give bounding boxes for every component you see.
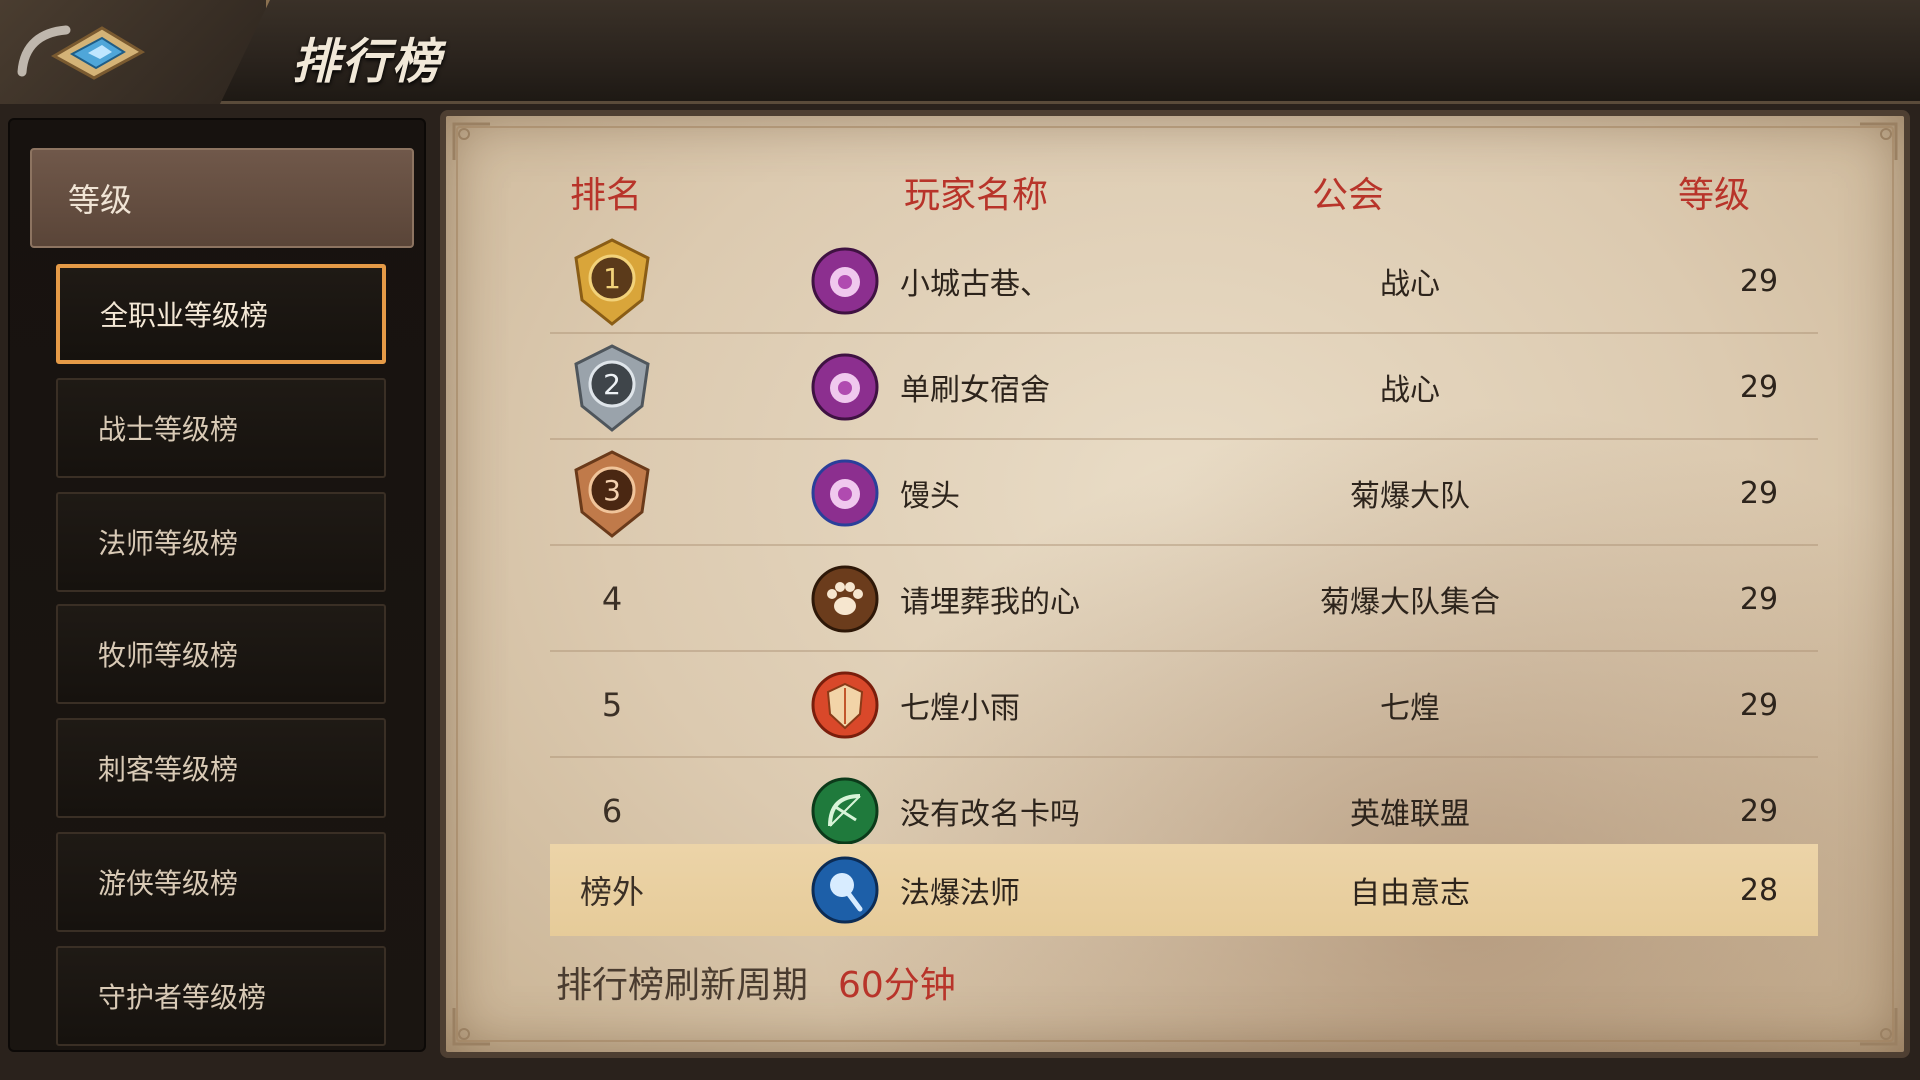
sidebar-item-priest[interactable]: 牧师等级榜	[56, 604, 386, 704]
player-level: 29	[1739, 475, 1779, 511]
sidebar-item-ranger[interactable]: 游侠等级榜	[56, 832, 386, 932]
silver-rank-badge-icon: 2	[574, 344, 650, 432]
svg-text:3: 3	[603, 474, 621, 507]
guild-name: 七煌	[1380, 691, 1440, 726]
table-row[interactable]: 5 七煌小雨 七煌 29	[550, 652, 1818, 758]
mage-rose-icon	[811, 247, 879, 315]
player-name: 单刷女宿舍	[900, 373, 1050, 408]
rank-status: 榜外	[579, 873, 644, 911]
refresh-cycle-value: 60分钟	[838, 965, 956, 1006]
rank-number: 5	[601, 686, 623, 724]
player-name: 馒头	[900, 479, 960, 514]
top-bar: 排行榜	[0, 0, 1920, 104]
guild-name: 战心	[1380, 267, 1440, 302]
corner-ornament-icon	[1860, 1008, 1898, 1046]
table-row[interactable]: 3 馒头 菊爆大队 29	[550, 440, 1818, 546]
sidebar-item-guardian[interactable]: 守护者等级榜	[56, 946, 386, 1046]
player-level: 29	[1739, 581, 1779, 617]
rank-number: 4	[601, 580, 623, 618]
sidebar-item-warrior[interactable]: 战士等级榜	[56, 378, 386, 478]
player-level: 29	[1739, 687, 1779, 723]
mage-rose-icon	[811, 459, 879, 527]
ranking-panel: 排名 玩家名称 公会 等级 1 小城古巷、 战心 29 2 单刷女宿舍 战心 2…	[440, 110, 1910, 1058]
corner-ornament-icon	[452, 1008, 490, 1046]
guild-name: 自由意志	[1350, 876, 1470, 911]
shield-icon	[811, 671, 879, 739]
self-rank-row[interactable]: 榜外 法爆法师 自由意志 28	[550, 844, 1818, 936]
player-level: 28	[1739, 872, 1779, 908]
paw-icon	[811, 565, 879, 633]
guild-name: 战心	[1380, 373, 1440, 408]
category-level-header[interactable]: 等级	[30, 148, 414, 248]
staff-orb-icon	[811, 856, 879, 924]
page-title: 排行榜	[292, 34, 443, 90]
table-row[interactable]: 1 小城古巷、 战心 29	[550, 228, 1818, 334]
player-name: 法爆法师	[900, 876, 1020, 911]
back-button[interactable]	[0, 0, 270, 104]
sidebar-item-all-classes[interactable]: 全职业等级榜	[56, 264, 386, 364]
guild-name: 菊爆大队	[1350, 479, 1470, 514]
corner-ornament-icon	[1860, 122, 1898, 160]
bow-icon	[811, 777, 879, 845]
refresh-cycle-label: 排行榜刷新周期	[556, 965, 809, 1006]
back-arrow-icon	[17, 25, 146, 80]
player-name: 七煌小雨	[900, 691, 1020, 726]
column-header-rank: 排名	[570, 175, 643, 216]
column-header-player: 玩家名称	[904, 175, 1049, 216]
table-row[interactable]: 2 单刷女宿舍 战心 29	[550, 334, 1818, 440]
gold-rank-badge-icon: 1	[574, 238, 650, 326]
svg-text:1: 1	[603, 262, 621, 295]
player-name: 小城古巷、	[900, 267, 1050, 302]
corner-ornament-icon	[452, 122, 490, 160]
player-name: 请埋葬我的心	[900, 585, 1080, 620]
bronze-rank-badge-icon: 3	[574, 450, 650, 538]
mage-rose-icon	[811, 353, 879, 421]
sidebar: 等级 全职业等级榜 战士等级榜 法师等级榜 牧师等级榜 刺客等级榜 游侠等级榜 …	[8, 118, 426, 1052]
guild-name: 菊爆大队集合	[1320, 585, 1500, 620]
player-level: 29	[1739, 369, 1779, 405]
table-row[interactable]: 4 请埋葬我的心 菊爆大队集合 29	[550, 546, 1818, 652]
player-level: 29	[1739, 263, 1779, 299]
svg-text:2: 2	[603, 368, 621, 401]
column-header-level: 等级	[1678, 175, 1751, 216]
column-header-guild: 公会	[1312, 175, 1385, 216]
sidebar-item-mage[interactable]: 法师等级榜	[56, 492, 386, 592]
sidebar-item-assassin[interactable]: 刺客等级榜	[56, 718, 386, 818]
